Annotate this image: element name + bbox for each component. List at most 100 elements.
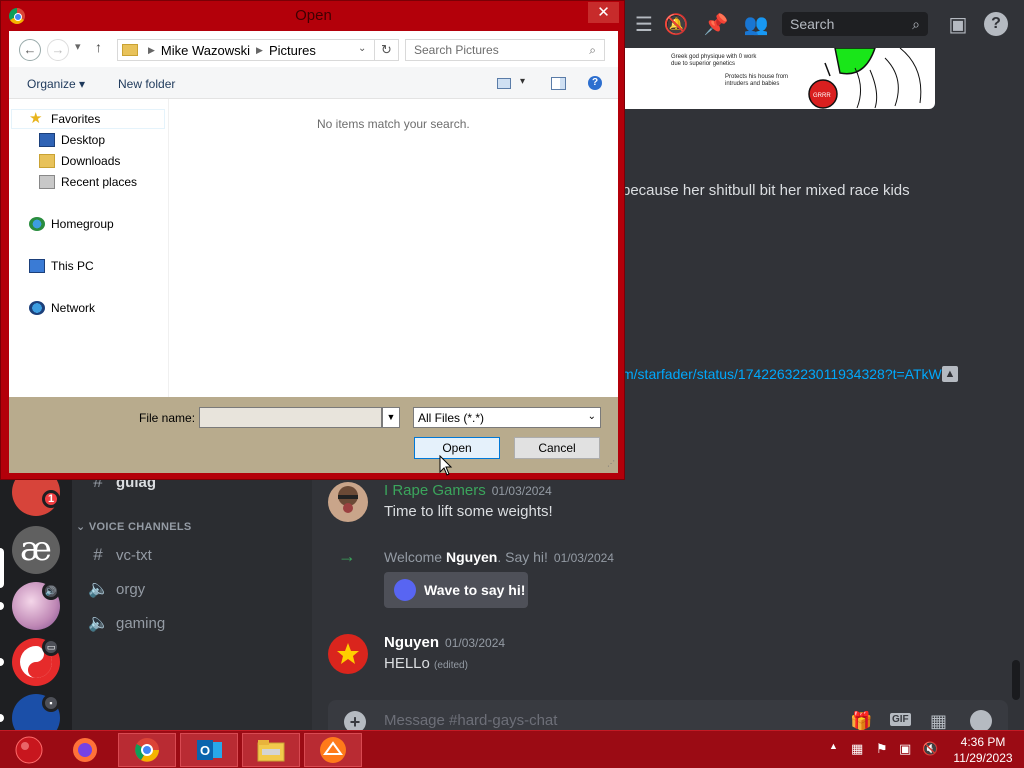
voice-channels-header[interactable]: ⌄ VOICE CHANNELS <box>76 520 192 533</box>
nav-label: Desktop <box>61 133 106 147</box>
gift-icon[interactable]: 🎁 <box>850 711 872 730</box>
system-clock[interactable]: 4:36 PM 11/29/2023 <box>946 734 1020 766</box>
nav-favorites[interactable]: ★ Favorites <box>29 109 100 129</box>
star-icon: ★ <box>29 110 43 127</box>
chat-scrollbar[interactable] <box>1012 660 1020 700</box>
taskbar-app[interactable] <box>304 733 362 767</box>
nav-label: Favorites <box>51 112 101 126</box>
address-dropdown-icon[interactable]: ⌄ <box>358 43 366 54</box>
search-placeholder: Search <box>790 16 835 32</box>
clock-time: 4:36 PM <box>960 735 1006 749</box>
message-time: 01/03/2024 <box>445 636 506 650</box>
emoji-icon[interactable] <box>970 710 992 730</box>
nav-homegroup[interactable]: Homegroup <box>29 214 114 234</box>
new-folder-button[interactable]: New folder <box>118 77 175 91</box>
empty-folder-message: No items match your search. <box>317 117 470 131</box>
change-view-icon[interactable] <box>497 78 511 89</box>
threads-icon[interactable]: ☰ <box>632 12 656 36</box>
server-icon-ae[interactable]: æ <box>12 526 60 574</box>
image-icon[interactable]: ▲ <box>942 366 958 382</box>
channel-name: gaming <box>116 614 166 632</box>
tray-overflow-icon[interactable]: ▲ <box>829 741 838 751</box>
start-button[interactable] <box>6 733 52 767</box>
inbox-icon[interactable]: ▣ <box>946 12 970 36</box>
speaker-icon: 🔈 <box>88 579 110 598</box>
dialog-footer: File name: ▼ All Files (*.*) ⌄ Open Canc… <box>9 397 618 473</box>
message-header: I Rape Gamers 01/03/2024 <box>384 482 552 500</box>
tray-network-icon[interactable]: ▦ <box>851 741 863 757</box>
server-pill <box>0 602 4 610</box>
back-button[interactable]: ← <box>19 39 41 61</box>
resize-grip-icon[interactable]: ⋰ <box>607 459 615 468</box>
badge-icon: ▪ <box>42 694 60 712</box>
dialog-body: ← → ▾ ↑ ▶ Mike Wazowski ▶ Pictures ⌄ ↻ S… <box>9 31 618 473</box>
nav-this-pc[interactable]: This PC <box>29 256 94 276</box>
search-pictures-input[interactable]: Search Pictures ⌕ <box>405 39 605 61</box>
breadcrumb-user[interactable]: Mike Wazowski <box>161 43 250 58</box>
address-bar[interactable]: ▶ Mike Wazowski ▶ Pictures ⌄ ↻ <box>117 39 399 61</box>
chrome-icon <box>135 738 159 762</box>
taskbar-chrome[interactable] <box>118 733 176 767</box>
help-icon[interactable]: ? <box>984 12 1008 36</box>
wave-label: Wave to say hi! <box>424 582 526 598</box>
recent-dropdown-icon[interactable]: ▾ <box>75 40 81 53</box>
open-file-dialog: Open ✕ ← → ▾ ↑ ▶ Mike Wazowski ▶ Picture… <box>0 0 625 480</box>
channel-vc-txt[interactable]: # vc-txt <box>88 543 152 567</box>
hash-icon: # <box>93 545 103 564</box>
view-dropdown-icon[interactable]: ▾ <box>520 76 525 87</box>
channel-orgy[interactable]: 🔈 orgy <box>88 577 145 601</box>
mute-bell-icon[interactable]: 🔕 <box>664 12 689 36</box>
speaker-badge-icon: 🔊 <box>42 582 60 600</box>
file-type-select[interactable]: All Files (*.*) ⌄ <box>413 407 601 428</box>
nav-label: Network <box>51 301 96 315</box>
volume-muted-icon[interactable]: 🔇 <box>922 741 938 757</box>
welcome-name[interactable]: Nguyen <box>446 549 497 565</box>
pin-icon[interactable]: 📌 <box>704 12 729 36</box>
network-status-icon[interactable]: ▣ <box>899 741 911 757</box>
speaker-icon: 🔈 <box>88 613 110 632</box>
channel-gaming[interactable]: 🔈 gaming <box>88 611 165 635</box>
message-link[interactable]: m/starfader/status/1742263223011934328?t… <box>622 366 950 382</box>
channel-list: # gulag ⌄ VOICE CHANNELS # vc-txt 🔈 orgy… <box>72 470 312 730</box>
clock-date: 11/29/2023 <box>953 751 1013 765</box>
message-text-partial: because her shitbull bit her mixed race … <box>622 182 910 199</box>
chevron-down-icon: ⌄ <box>76 521 86 533</box>
open-button[interactable]: Open <box>414 437 500 459</box>
author-name[interactable]: I Rape Gamers <box>384 482 486 499</box>
nav-recent-places[interactable]: Recent places <box>39 172 137 192</box>
taskbar-firefox[interactable] <box>56 733 114 767</box>
nav-downloads[interactable]: Downloads <box>39 151 120 171</box>
help-icon[interactable]: ? <box>588 76 602 90</box>
network-icon <box>29 301 45 315</box>
close-button[interactable]: ✕ <box>588 2 619 23</box>
gif-icon[interactable]: GIF <box>890 713 911 726</box>
members-icon[interactable]: 👥 <box>744 12 769 36</box>
add-attachment-icon[interactable]: + <box>344 711 366 730</box>
file-name-dropdown-icon[interactable]: ▼ <box>382 407 400 428</box>
discord-search-input[interactable]: Search ⌕ <box>782 12 928 36</box>
forward-button[interactable]: → <box>47 39 69 61</box>
taskbar-outlook[interactable]: O <box>180 733 238 767</box>
organize-button[interactable]: Organize ▾ <box>27 77 85 91</box>
nav-network[interactable]: Network <box>29 298 95 318</box>
meme-image[interactable]: Greek god physique with 0 work due to su… <box>625 48 935 109</box>
action-center-flag-icon[interactable]: ⚑ <box>876 741 888 757</box>
channel-name: orgy <box>116 580 146 598</box>
preview-pane-icon[interactable] <box>551 77 566 90</box>
file-name-input[interactable] <box>199 407 382 428</box>
sticker-icon[interactable]: ▦ <box>930 711 947 730</box>
refresh-icon[interactable]: ↻ <box>374 40 398 60</box>
breadcrumb-pictures[interactable]: Pictures <box>269 43 316 58</box>
wave-button[interactable]: Wave to say hi! <box>384 572 528 608</box>
nav-desktop[interactable]: Desktop <box>39 130 105 150</box>
up-arrow-icon[interactable]: ↑ <box>95 39 102 55</box>
message-input[interactable]: + Message #hard-gays-chat 🎁 GIF ▦ <box>328 700 1008 730</box>
channel-name: vc-txt <box>116 546 152 564</box>
author-name[interactable]: Nguyen <box>384 634 439 651</box>
avatar-i-rape-gamers[interactable] <box>328 482 368 522</box>
taskbar-file-explorer[interactable] <box>242 733 300 767</box>
folder-icon <box>122 44 138 56</box>
cancel-button[interactable]: Cancel <box>514 437 600 459</box>
avatar-nguyen[interactable] <box>328 634 368 674</box>
message-text: Time to lift some weights! <box>384 503 553 520</box>
